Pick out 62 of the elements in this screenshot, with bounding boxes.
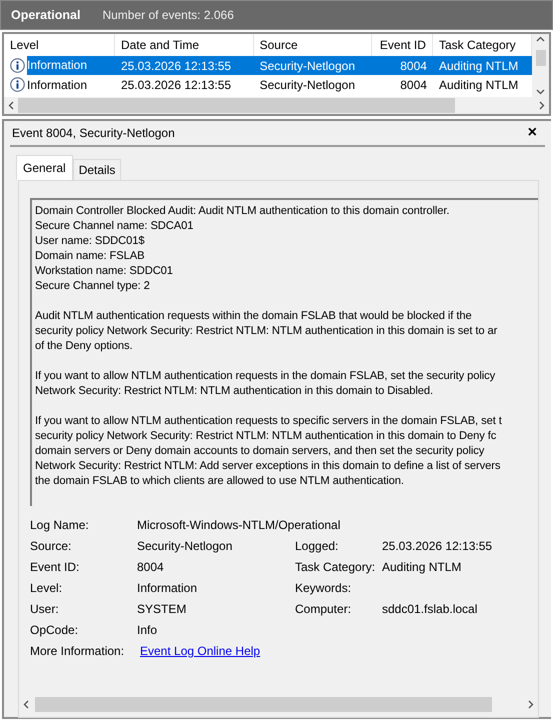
table-cell: Information [27, 56, 115, 75]
tab[interactable]: Details [72, 159, 122, 180]
help-link[interactable]: Event Log Online Help [140, 644, 260, 658]
scroll-thumb[interactable] [35, 697, 492, 712]
field-value: Auditing NTLM [382, 560, 462, 575]
description-text: If you want to allow NTLM authentication requests in the domain FSLAB, set the security policy [35, 369, 496, 384]
description-text: Secure Channel type: 2 [35, 279, 151, 294]
description-text: Domain Controller Blocked Audit: Audit NTLM authentication to this domain controller. [35, 204, 450, 219]
field-label: Keywords: [295, 581, 352, 596]
field-value: Info [137, 623, 158, 638]
info-icon [10, 58, 25, 73]
description-text: Domain name: FSLAB [35, 249, 146, 264]
log-title: Operational [11, 8, 80, 22]
description-text: security policy Network Security: Restrict NTLM: NTLM authentication in this domain is set to ar [35, 324, 498, 339]
table-cell-text: Auditing NTLM [438, 58, 520, 72]
event-count: Number of events: 2.066 [102, 8, 234, 22]
event-row[interactable]: Information 25.03.2026 12:13:55 Security-Netlogon 8004 Auditing NTLM [4, 56, 532, 75]
field-label: Level: [30, 581, 64, 596]
field-label: Log Name: [30, 518, 90, 533]
horizontal-scrollbar[interactable] [4, 97, 549, 114]
field-value: Microsoft-Windows-NTLM/Operational [137, 518, 342, 533]
field-value: sddc01.fslab.local [382, 602, 478, 617]
description-text: User name: SDDC01$ [35, 234, 146, 249]
table-cell: Information [27, 78, 88, 92]
description-text: Workstation name: SDDC01 [35, 264, 174, 279]
table-cell-text: 25.03.2026 12:13:55 [120, 58, 232, 72]
description-text: of the Deny options. [35, 339, 134, 354]
scroll-thumb[interactable] [18, 98, 455, 113]
detail-title: Event 8004, Security-Netlogon [12, 126, 175, 140]
description-text: Secure Channel name: SDCA01 [35, 219, 194, 234]
table-cell-text: 8004 [399, 78, 428, 92]
description-text: Audit NTLM authentication requests within the domain FSLAB that would be blocked if the [35, 309, 473, 324]
field-label: OpCode: [30, 623, 80, 638]
table-cell-text: Security-Netlogon [258, 78, 356, 92]
field-label: More Information: [30, 644, 126, 659]
table-cell-text: Security-Netlogon [258, 58, 356, 72]
field-label: Logged: [295, 539, 340, 554]
description-text: domain servers or Deny domain accounts to domain servers, and then set the security policy [35, 444, 486, 459]
table-cell-text: 25.03.2026 12:13:55 [120, 78, 232, 92]
description-text: Network Security: Restrict NTLM: NTLM authentication in this domain to Disabled. [35, 384, 434, 399]
field-label: Task Category: [295, 560, 376, 575]
field-value: Security-Netlogon [137, 539, 234, 554]
field-label: Computer: [295, 602, 352, 617]
field-label: Source: [30, 539, 72, 554]
field-value: SYSTEM [137, 602, 188, 617]
table-cell-text: Auditing NTLM [438, 78, 520, 92]
field-value: 8004 [137, 560, 165, 575]
vertical-scrollbar[interactable] [532, 34, 549, 97]
description-text: the domain FSLAB to which clients are allowed to use NTLM authentication. [35, 474, 405, 489]
table-cell-text: 8004 [399, 58, 428, 72]
description-text: Network Security: Restrict NTLM: Add server exceptions in this domain to define a list of servers [35, 459, 502, 474]
field-value: 25.03.2026 12:13:55 [382, 539, 494, 554]
close-button[interactable]: × [522, 124, 543, 142]
info-icon [10, 77, 25, 92]
event-row[interactable]: Information 25.03.2026 12:13:55 Security-Netlogon 8004 Auditing NTLM [4, 75, 532, 94]
description-text: If you want to allow NTLM authentication requests to specific servers in the domain FSLAB, set t [35, 414, 503, 429]
field-value: Information [137, 581, 198, 596]
field-label: Event ID: [30, 560, 80, 575]
tab[interactable]: General [16, 155, 73, 180]
scroll-thumb[interactable] [536, 50, 546, 66]
description-text: security policy Network Security: Restrict NTLM: NTLM authentication in this domain to Deny fc [35, 429, 498, 444]
field-label: User: [30, 602, 60, 617]
